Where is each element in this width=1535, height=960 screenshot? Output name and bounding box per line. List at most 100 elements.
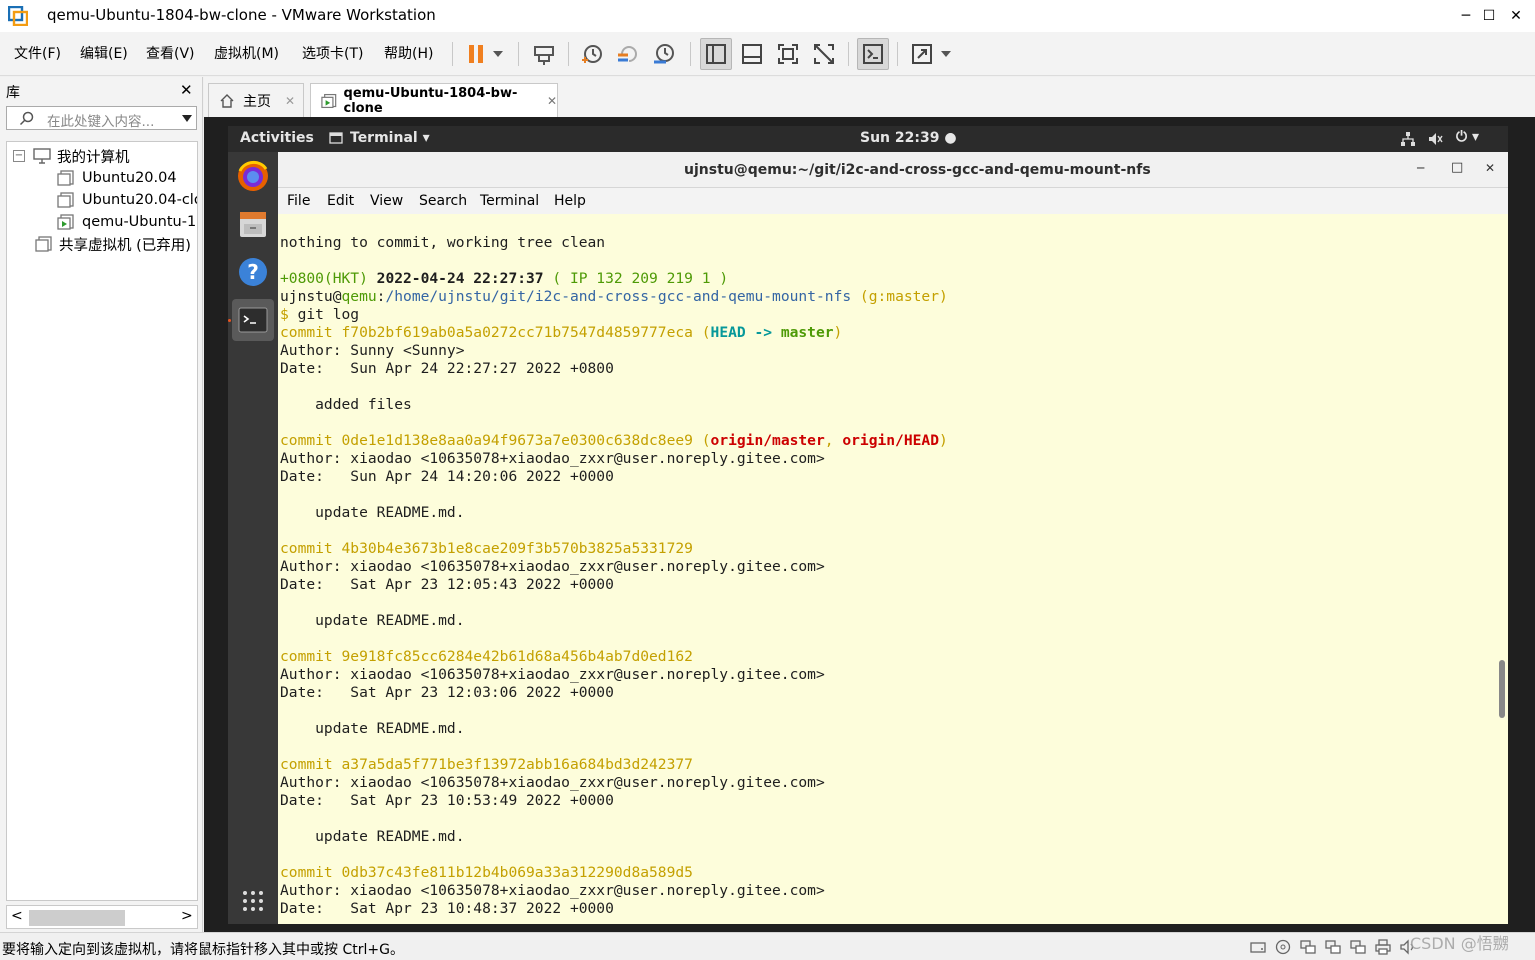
toolbar-separator [518, 42, 519, 66]
menu-vm[interactable]: 虚拟机(M) [214, 43, 279, 63]
terminal-line: Date: Sun Apr 24 22:27:27 2022 +0800 [280, 360, 614, 378]
network-adapter-icon[interactable] [1300, 939, 1316, 955]
tab-vm[interactable]: qemu-Ubuntu-1804-bw-clone ✕ [310, 83, 558, 117]
printer-icon[interactable] [1375, 939, 1391, 955]
terminal-dock-icon[interactable] [232, 299, 274, 341]
power-menu-button[interactable]: ⏻ ▾ [1456, 129, 1479, 145]
toolbar-separator [568, 42, 569, 66]
firefox-icon[interactable] [232, 155, 274, 197]
terminal-menubar: File Edit View Search Terminal Help [278, 188, 1508, 214]
terminal-line: added files [280, 396, 412, 414]
tree-item-vm-running[interactable]: qemu-Ubuntu-1804-bw-clone [57, 211, 197, 233]
tree-item-shared-vms[interactable]: 共享虚拟机 (已弃用) [35, 233, 191, 255]
terminal-text-segment: Author: xiaodao <10635078+xiaodao_zxxr@u… [280, 666, 825, 683]
terminal-menu-view[interactable]: View [370, 193, 403, 209]
thumbnail-view-icon[interactable] [736, 38, 768, 70]
close-window-button[interactable]: ✕ [1493, 0, 1535, 32]
chevron-down-icon[interactable] [182, 115, 192, 122]
scroll-right-icon[interactable]: > [181, 908, 193, 924]
terminal-menu-search[interactable]: Search [419, 193, 467, 209]
terminal-line: Date: Sat Apr 23 10:53:49 2022 +0000 [280, 792, 614, 810]
terminal-line: $ git log [280, 306, 359, 324]
scrollbar-thumb[interactable] [29, 910, 125, 926]
ubuntu-dock: ? [228, 152, 278, 924]
terminal-text-segment: ujnstu [280, 288, 333, 305]
snapshot-revert-icon[interactable] [612, 38, 644, 70]
library-search-input[interactable]: 在此处键入内容... [6, 106, 197, 130]
scroll-left-icon[interactable]: < [11, 908, 23, 924]
terminal-line: commit f70b2bf619ab0a5a0272cc71b7547d485… [280, 324, 842, 342]
network-icon[interactable] [1400, 131, 1416, 147]
cd-rom-icon[interactable] [1275, 939, 1291, 955]
help-icon[interactable]: ? [232, 251, 274, 293]
volume-icon[interactable] [1428, 131, 1444, 147]
scrollbar-thumb[interactable] [1499, 660, 1505, 718]
send-keys-icon[interactable] [528, 38, 560, 70]
network-adapter-3-icon[interactable] [1350, 939, 1366, 955]
terminal-line: commit 0de1e1d138e8aa0a94f9673a7e0300c63… [280, 432, 948, 450]
terminal-text-segment: /home/ujnstu/git/i2c-and-cross-gcc-and-q… [385, 288, 852, 305]
terminal-text-segment: @ [332, 288, 342, 305]
menu-file[interactable]: 文件(F) [14, 43, 61, 63]
terminal-title: ujnstu@qemu:~/git/i2c-and-cross-gcc-and-… [684, 162, 1151, 178]
activities-button[interactable]: Activities [240, 130, 314, 146]
terminal-text-segment: ) [833, 324, 843, 341]
tree-item-vm[interactable]: Ubuntu20.04 [57, 167, 177, 189]
terminal-text-segment: Author: Sunny <Sunny> [280, 342, 465, 359]
terminal-minimize-button[interactable]: ─ [1417, 161, 1424, 175]
terminal-menu-terminal[interactable]: Terminal [480, 193, 539, 209]
terminal-text-segment: HEAD -> [710, 324, 781, 341]
collapse-icon[interactable]: − [13, 150, 25, 162]
menu-tabs[interactable]: 选项卡(T) [302, 43, 363, 63]
terminal-line: +0800(HKT) 2022-04-24 22:27:37 ( IP 132 … [280, 270, 728, 288]
show-applications-icon[interactable] [232, 880, 274, 922]
app-menu-button[interactable]: Terminal ▾ [350, 130, 430, 146]
terminal-close-button[interactable]: ✕ [1485, 161, 1495, 175]
tree-item-vm[interactable]: Ubuntu20.04-clone [57, 189, 197, 211]
tab-home[interactable]: 主页 ✕ [208, 83, 304, 117]
library-view-icon[interactable] [700, 38, 732, 70]
clock[interactable]: Sun 22:39 ● [860, 130, 957, 146]
terminal-line: Author: Sunny <Sunny> [280, 342, 465, 360]
tree-item-my-computer[interactable]: − 我的计算机 [13, 145, 130, 167]
home-icon [220, 93, 234, 108]
menu-view[interactable]: 查看(V) [146, 43, 195, 63]
dropdown-icon[interactable] [486, 38, 510, 70]
vmware-logo-icon [8, 6, 28, 26]
snapshot-manager-icon[interactable] [648, 38, 680, 70]
terminal-line: Author: xiaodao <10635078+xiaodao_zxxr@u… [280, 774, 825, 792]
library-horizontal-scrollbar[interactable]: < > [6, 905, 198, 929]
terminal-output[interactable]: nothing to commit, working tree clean +08… [278, 214, 1497, 924]
terminal-text-segment: commit 9e918fc85cc6284e42b61d68a456b4ab7… [280, 648, 693, 665]
stretch-dropdown-icon[interactable] [934, 38, 958, 70]
hard-disk-icon[interactable] [1250, 939, 1266, 955]
menu-help[interactable]: 帮助(H) [384, 43, 433, 63]
terminal-menu-edit[interactable]: Edit [327, 193, 354, 209]
network-adapter-2-icon[interactable] [1325, 939, 1341, 955]
console-view-icon[interactable] [857, 38, 889, 70]
snapshot-take-icon[interactable] [576, 38, 608, 70]
menu-edit[interactable]: 编辑(E) [80, 43, 128, 63]
search-icon [19, 111, 34, 126]
device-icons [1250, 939, 1416, 955]
terminal-line: nothing to commit, working tree clean [280, 234, 605, 252]
terminal-scrollbar[interactable] [1497, 214, 1508, 924]
unity-icon[interactable] [808, 38, 840, 70]
terminal-maximize-button[interactable]: □ [1451, 160, 1463, 175]
shared-vm-icon [35, 236, 52, 252]
terminal-text-segment: Date: Sun Apr 24 14:20:06 2022 +0000 [280, 468, 614, 485]
library-title: 库 [6, 85, 20, 101]
terminal-text-segment: origin/HEAD [842, 432, 939, 449]
terminal-text-segment: commit f70b2bf619ab0a5a0272cc71b7547d485… [280, 324, 711, 341]
close-tab-icon[interactable]: ✕ [547, 94, 557, 108]
terminal-menu-help[interactable]: Help [554, 193, 586, 209]
library-close-icon[interactable]: ✕ [180, 81, 193, 99]
terminal-text-segment: commit 4b30b4e3673b1e8cae209f3b570b3825a… [280, 540, 693, 557]
library-tree: − 我的计算机 Ubuntu20.04 Ubuntu20.04-clone qe… [6, 141, 198, 901]
files-icon[interactable] [232, 203, 274, 245]
terminal-text-segment: git log [288, 306, 360, 323]
close-tab-icon[interactable]: ✕ [285, 94, 295, 108]
window-titlebar: qemu-Ubuntu-1804-bw-clone - VMware Works… [0, 0, 1535, 32]
terminal-menu-file[interactable]: File [287, 193, 310, 209]
fullscreen-icon[interactable] [772, 38, 804, 70]
